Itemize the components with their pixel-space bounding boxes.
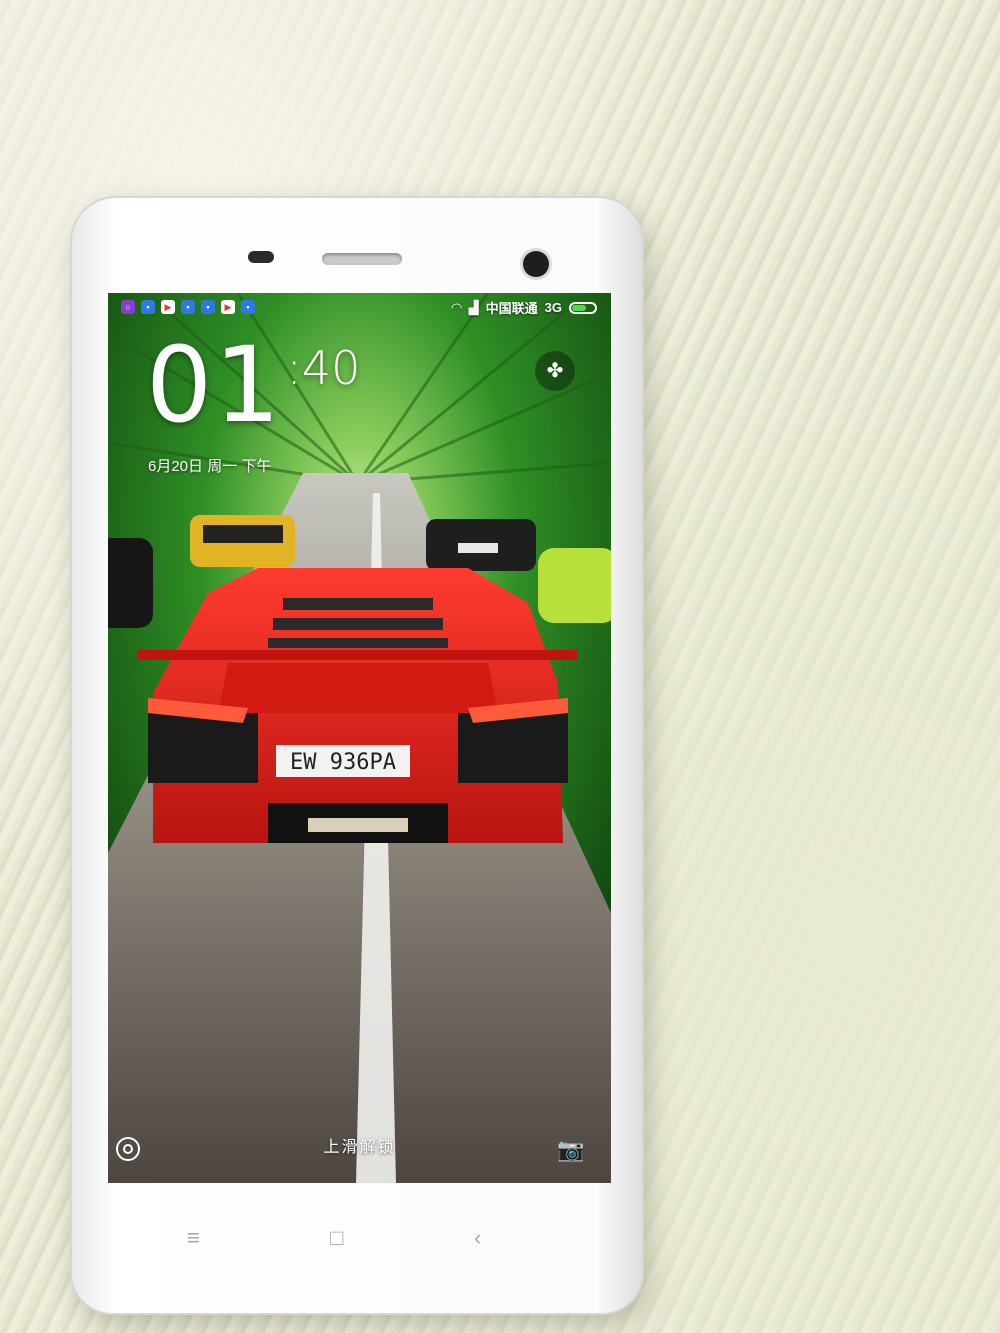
signal-icon: ▟ bbox=[468, 299, 479, 315]
status-bar: ○ ▪ ▶ ▪ ▪ ▶ ▪ ◠ ▟ 中国联通 3G bbox=[108, 293, 611, 321]
message-icon: ▪ bbox=[181, 300, 195, 314]
back-key-icon[interactable]: ‹ bbox=[474, 1218, 481, 1258]
lock-bottom-bar: 上滑解锁 📷 bbox=[108, 1113, 611, 1183]
lock-date: 6月20日 周一 下午 bbox=[148, 458, 272, 475]
home-key-icon[interactable]: □ bbox=[330, 1218, 343, 1258]
message-icon: ▪ bbox=[241, 300, 255, 314]
clover-icon[interactable]: ✤ bbox=[535, 351, 575, 391]
front-camera bbox=[523, 251, 549, 277]
lockscreen[interactable]: EW 936PA ○ ▪ ▶ ▪ ▪ ▶ ▪ ◠ ▟ 中国联通 3G 01:4… bbox=[108, 293, 611, 1183]
notification-icons: ○ ▪ ▶ ▪ ▪ ▶ ▪ bbox=[121, 300, 255, 314]
message-icon: ▪ bbox=[141, 300, 155, 314]
network-type: 3G bbox=[544, 300, 562, 315]
hardware-keys: ≡ □ ‹ bbox=[72, 1218, 642, 1258]
app-icon: ○ bbox=[121, 300, 135, 314]
battery-icon bbox=[569, 301, 597, 314]
earpiece-speaker bbox=[322, 253, 402, 265]
clock-hour: 01 bbox=[146, 324, 283, 446]
proximity-sensor bbox=[248, 251, 274, 263]
play-store-icon: ▶ bbox=[161, 300, 175, 314]
message-icon: ▪ bbox=[201, 300, 215, 314]
play-store-icon: ▶ bbox=[221, 300, 235, 314]
carrier-name: 中国联通 bbox=[485, 301, 538, 316]
status-indicators: ◠ ▟ 中国联通 3G bbox=[452, 298, 597, 317]
unlock-hint[interactable]: 上滑解锁 bbox=[108, 1133, 611, 1157]
wifi-icon: ◠ bbox=[451, 299, 462, 315]
license-plate-text: EW 936PA bbox=[290, 750, 396, 775]
camera-icon[interactable]: 📷 bbox=[557, 1139, 584, 1161]
menu-key-icon[interactable]: ≡ bbox=[187, 1218, 200, 1258]
phone-device: EW 936PA ○ ▪ ▶ ▪ ▪ ▶ ▪ ◠ ▟ 中国联通 3G 01:4… bbox=[72, 198, 642, 1313]
clock-minute: :40 bbox=[286, 341, 361, 395]
lock-clock: 01 :40 bbox=[146, 333, 360, 437]
